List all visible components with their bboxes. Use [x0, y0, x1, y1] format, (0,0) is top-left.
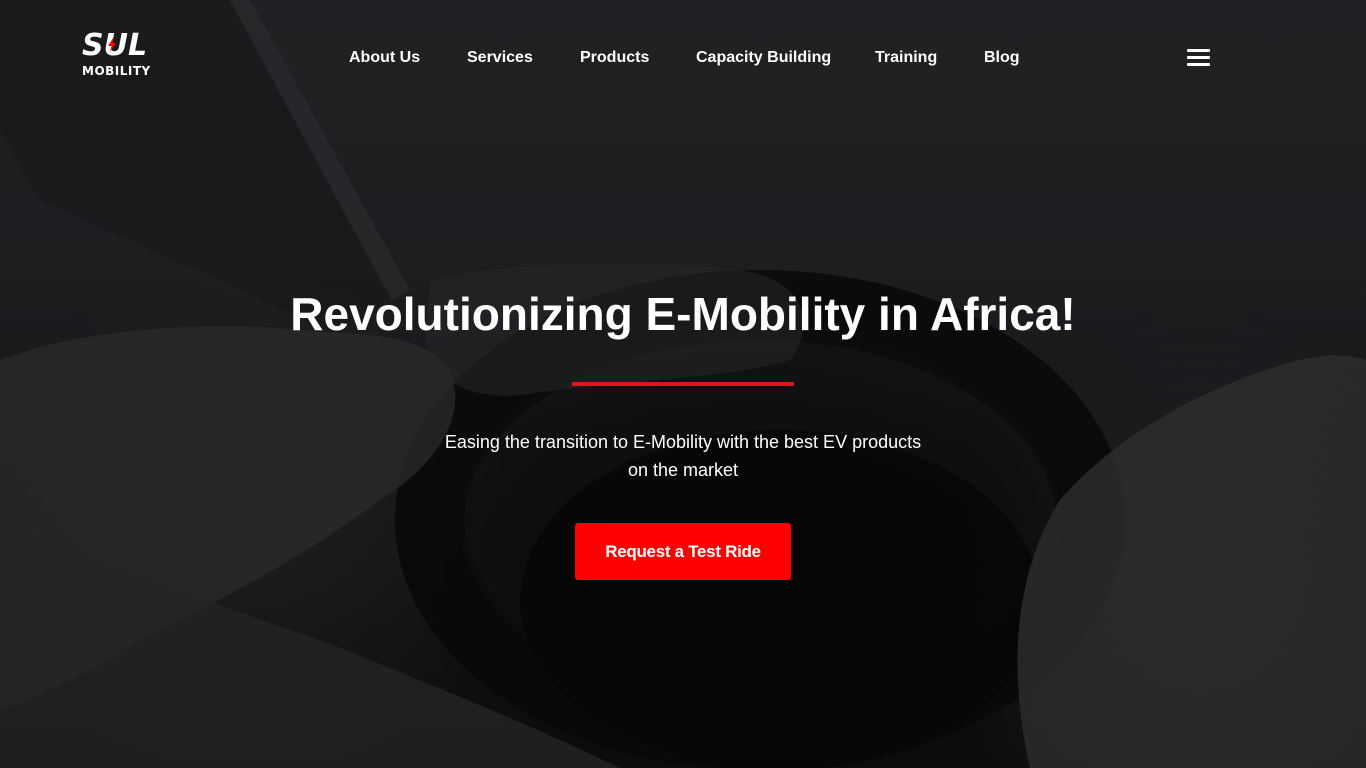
hero-subtitle-line-2: on the market [627, 460, 739, 480]
request-test-ride-button[interactable]: Request a Test Ride [575, 523, 791, 580]
hero-content: Revolutionizing E-Mobility in Africa! Ea… [0, 0, 1366, 768]
hero-headline: Revolutionizing E-Mobility in Africa! [290, 288, 1076, 340]
headline-divider [572, 382, 794, 386]
hero-subtitle: Easing the transition to E-Mobility with… [383, 428, 983, 484]
hero-section: SUL MOBILITY About Us Services Products … [0, 0, 1366, 768]
hero-subtitle-line-1: Easing the transition to E-Mobility with… [444, 432, 922, 452]
